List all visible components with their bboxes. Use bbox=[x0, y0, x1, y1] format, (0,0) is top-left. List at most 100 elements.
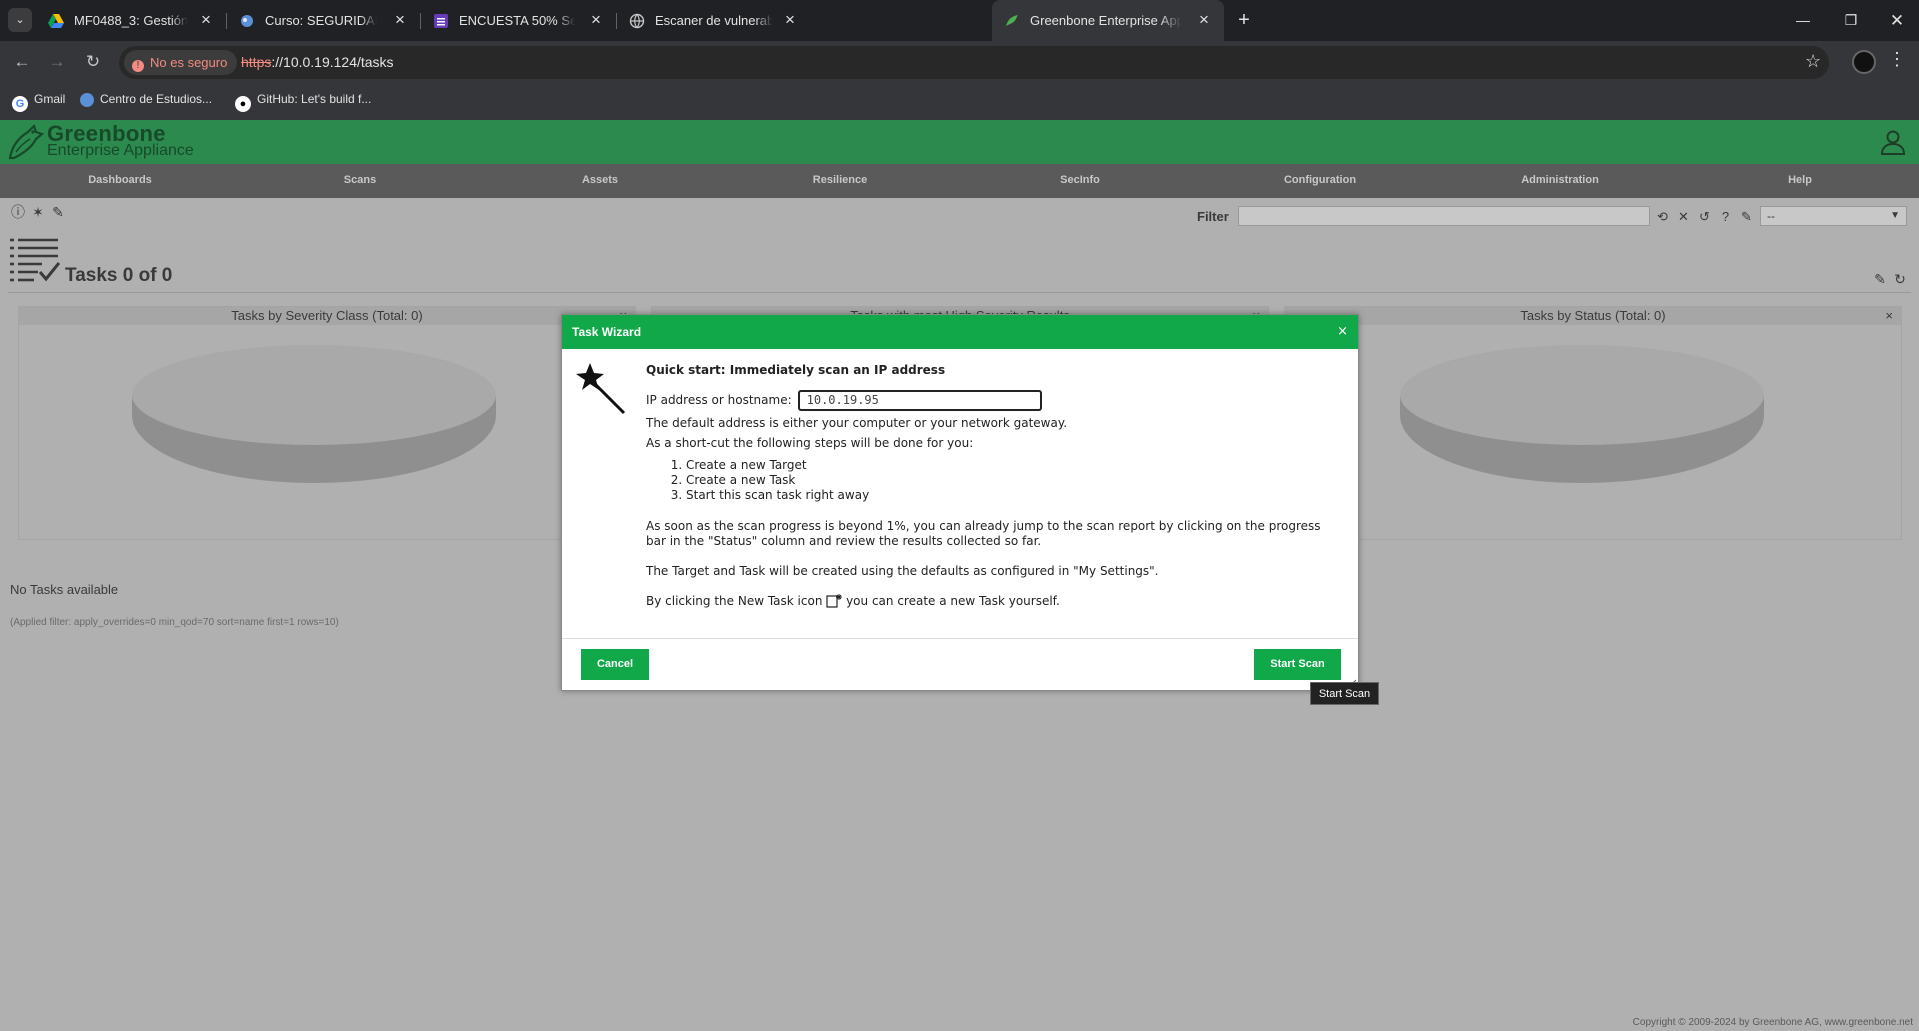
forms-icon bbox=[434, 14, 448, 28]
address-bar[interactable]: ! No es seguro https://10.0.19.124/tasks … bbox=[119, 46, 1829, 79]
chevron-down-icon: ▼ bbox=[1890, 210, 1900, 221]
course-icon bbox=[241, 15, 253, 27]
divider bbox=[8, 292, 1911, 293]
bookmark-item[interactable]: ● GitHub: Let's build f... bbox=[235, 92, 371, 112]
filter-label: Filter bbox=[1197, 209, 1229, 224]
tab-title: Escaner de vulnerabilidades Op bbox=[655, 13, 773, 28]
url-host-path: ://10.0.19.124/tasks bbox=[271, 54, 394, 70]
list-item: Start this scan task right away bbox=[686, 488, 1326, 503]
clear-filter-icon[interactable]: ✕ bbox=[1675, 208, 1692, 225]
browser-menu-icon[interactable]: ⋮ bbox=[1888, 49, 1906, 70]
menu-configuration[interactable]: Configuration bbox=[1284, 174, 1356, 186]
window-close-icon[interactable]: ✕ bbox=[1874, 0, 1919, 41]
start-scan-button[interactable]: Start Scan bbox=[1254, 649, 1341, 680]
browser-tab-active[interactable]: Greenbone Enterprise Appliance × bbox=[992, 0, 1224, 41]
back-icon[interactable]: ← bbox=[8, 48, 36, 76]
new-task-icon[interactable]: ✎ bbox=[50, 204, 66, 220]
dashboard-title: Tasks by Status (Total: 0) × bbox=[1285, 307, 1901, 325]
browser-tab[interactable]: ENCUESTA 50% Seguridad Informática × bbox=[421, 0, 616, 41]
dashboard-title: Tasks by Severity Class (Total: 0)× bbox=[19, 307, 635, 325]
cancel-button[interactable]: Cancel bbox=[581, 649, 649, 680]
wizard-text: The Target and Task will be created usin… bbox=[646, 564, 1159, 578]
refresh-filter-icon[interactable]: ⟲ bbox=[1654, 208, 1671, 225]
edit-filter-icon[interactable]: ✎ bbox=[1738, 208, 1755, 225]
menu-secinfo[interactable]: SecInfo bbox=[1060, 174, 1100, 186]
menu-help[interactable]: Help bbox=[1788, 174, 1812, 186]
ip-label: IP address or hostname: bbox=[646, 393, 792, 407]
bookmark-item[interactable]: Centro de Estudios... bbox=[80, 92, 212, 107]
help-icon[interactable]: ⓘ bbox=[10, 204, 26, 220]
wizard-steps: Create a new Target Create a new Task St… bbox=[686, 458, 1326, 503]
new-task-icon[interactable]: ✎ bbox=[1872, 271, 1888, 287]
filter-select-value: -- bbox=[1767, 209, 1775, 223]
filter-help-icon[interactable]: ? bbox=[1717, 208, 1734, 225]
browser-tab-strip: ⌄ MF0488_3: Gestión de incidentes × Curs… bbox=[0, 0, 1919, 41]
empty-pie-chart bbox=[1400, 345, 1764, 483]
user-menu-icon[interactable] bbox=[1880, 129, 1906, 155]
ip-input[interactable]: 10.0.19.95 bbox=[797, 390, 1042, 411]
close-tab-icon[interactable]: × bbox=[586, 10, 606, 30]
page-title: Tasks 0 of 0 bbox=[65, 265, 173, 286]
reset-filter-icon[interactable]: ↺ bbox=[1696, 208, 1713, 225]
close-tab-icon[interactable]: × bbox=[1194, 10, 1214, 30]
filter-input[interactable] bbox=[1238, 206, 1650, 226]
browser-tab[interactable]: MF0488_3: Gestión de incidentes × bbox=[36, 0, 226, 41]
greenbone-icon bbox=[1006, 15, 1018, 26]
bookmark-item[interactable]: G Gmail bbox=[12, 92, 65, 112]
wizard-icon[interactable]: ✶ bbox=[30, 204, 46, 220]
bookmark-label: GitHub: Let's build f... bbox=[257, 92, 372, 106]
filter-select[interactable]: -- ▼ bbox=[1760, 206, 1907, 226]
app-header: Greenbone Enterprise Appliance bbox=[0, 120, 1919, 164]
wizard-text: The default address is either your compu… bbox=[646, 416, 1068, 430]
wizard-text: As a short-cut the following steps will … bbox=[646, 436, 974, 450]
close-icon[interactable]: × bbox=[1885, 307, 1893, 325]
close-icon[interactable]: × bbox=[1337, 324, 1348, 339]
bookmark-label: Centro de Estudios... bbox=[100, 92, 213, 106]
tab-title: ENCUESTA 50% Seguridad Informática bbox=[459, 13, 575, 28]
google-drive-icon bbox=[48, 14, 64, 28]
tab-search-button[interactable]: ⌄ bbox=[8, 8, 32, 32]
tasks-icon bbox=[10, 238, 60, 282]
browser-toolbar: ← → ↻ ! No es seguro https://10.0.19.124/… bbox=[0, 41, 1919, 84]
close-tab-icon[interactable]: × bbox=[390, 10, 410, 30]
forward-icon[interactable]: → bbox=[43, 48, 71, 76]
applied-filter-text: (Applied filter: apply_overrides=0 min_q… bbox=[10, 617, 339, 628]
dashboard-panel: Tasks by Status (Total: 0) × bbox=[1284, 306, 1902, 540]
profile-avatar[interactable] bbox=[1852, 50, 1876, 74]
github-icon: ● bbox=[235, 96, 251, 112]
new-tab-button[interactable]: + bbox=[1232, 8, 1256, 32]
menu-resilience[interactable]: Resilience bbox=[813, 174, 867, 186]
dashboard-panel: Tasks by Severity Class (Total: 0)× bbox=[18, 306, 636, 540]
browser-tab[interactable]: Escaner de vulnerabilidades Op × bbox=[617, 0, 810, 41]
menu-assets[interactable]: Assets bbox=[582, 174, 618, 186]
bookmark-star-icon[interactable]: ☆ bbox=[1805, 51, 1821, 72]
google-icon: G bbox=[12, 96, 28, 112]
dashboard-title-text: Tasks by Severity Class (Total: 0) bbox=[231, 308, 423, 323]
menu-dashboards[interactable]: Dashboards bbox=[88, 174, 152, 186]
ip-row: IP address or hostname: 10.0.19.95 bbox=[646, 390, 1326, 411]
wizard-text-before: By clicking the New Task icon bbox=[646, 594, 823, 608]
tab-title: MF0488_3: Gestión de incidentes bbox=[74, 13, 188, 28]
reload-icon[interactable]: ↻ bbox=[79, 48, 107, 76]
browser-tab[interactable]: Curso: SEGURIDAD INFORMÁTICA × bbox=[227, 0, 420, 41]
dialog-title: Task Wizard bbox=[572, 325, 642, 339]
greenbone-logo-icon bbox=[8, 123, 45, 160]
url-text[interactable]: https://10.0.19.124/tasks bbox=[241, 54, 394, 70]
wizard-text: As soon as the scan progress is beyond 1… bbox=[646, 519, 1321, 548]
new-task-icon bbox=[826, 594, 843, 608]
menu-scans[interactable]: Scans bbox=[344, 174, 376, 186]
dialog-header[interactable]: Task Wizard × bbox=[562, 315, 1358, 349]
tab-title: Curso: SEGURIDAD INFORMÁTICA bbox=[265, 13, 377, 28]
wizard-text: By clicking the New Task icon you can cr… bbox=[646, 594, 1326, 609]
globe-icon bbox=[629, 13, 645, 29]
reload-icon[interactable]: ↻ bbox=[1892, 271, 1908, 287]
menu-administration[interactable]: Administration bbox=[1521, 174, 1599, 186]
close-tab-icon[interactable]: × bbox=[780, 10, 800, 30]
wizard-heading: Quick start: Immediately scan an IP addr… bbox=[646, 363, 946, 377]
bookmarks-bar: G Gmail Centro de Estudios... ● GitHub: Le… bbox=[0, 84, 1919, 120]
close-tab-icon[interactable]: × bbox=[196, 10, 216, 30]
site-security-chip[interactable]: ! No es seguro bbox=[124, 50, 238, 75]
restore-icon[interactable]: ❐ bbox=[1828, 0, 1874, 41]
minimize-icon[interactable]: — bbox=[1780, 0, 1826, 41]
logo-subtitle: Enterprise Appliance bbox=[47, 142, 194, 159]
